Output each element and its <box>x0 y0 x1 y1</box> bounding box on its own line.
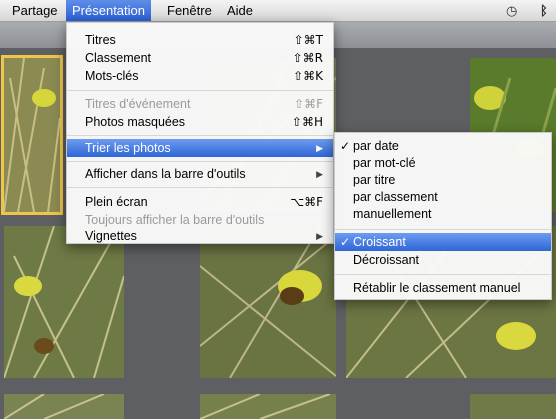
shortcut-label: ⇧⌘R <box>292 51 323 65</box>
checkmark-icon: ✓ <box>340 235 351 249</box>
menu-item-mots-cles[interactable]: Mots-clés ⇧⌘K <box>67 67 333 85</box>
menu-item-label: Vignettes <box>85 229 137 243</box>
menu-item-trier-les-photos[interactable]: Trier les photos ▶ <box>67 139 333 157</box>
menu-item-label: par date <box>353 139 399 153</box>
checkmark-icon: ✓ <box>340 139 351 153</box>
shortcut-label: ⇧⌘H <box>291 115 323 129</box>
photo-thumbnail[interactable] <box>4 226 124 378</box>
menu-item-label: Trier les photos <box>85 141 171 155</box>
menu-item-retablir-classement-manuel[interactable]: Rétablir le classement manuel <box>335 279 551 297</box>
photo-image <box>4 394 124 419</box>
menu-item-label: manuellement <box>353 207 432 221</box>
presentation-menu: Titres ⇧⌘T Classement ⇧⌘R Mots-clés ⇧⌘K … <box>66 22 334 244</box>
menu-item-label: Décroissant <box>353 253 419 267</box>
time-machine-icon[interactable]: ◷ <box>506 0 517 21</box>
menu-item-label: Croissant <box>353 235 406 249</box>
photo-thumbnail[interactable] <box>1 55 63 215</box>
submenu-arrow-icon: ▶ <box>316 143 323 153</box>
menu-item-label: par titre <box>353 173 396 187</box>
menu-item-croissant[interactable]: ✓ Croissant <box>335 233 551 251</box>
menu-item-classement[interactable]: Classement ⇧⌘R <box>67 49 333 67</box>
sort-submenu: ✓ par date par mot-clé par titre par cla… <box>334 132 552 300</box>
photo-image <box>470 394 556 419</box>
photo-image <box>200 394 336 419</box>
submenu-arrow-icon: ▶ <box>316 231 323 241</box>
menu-item-label: Plein écran <box>85 195 148 209</box>
menu-item-manuellement[interactable]: manuellement <box>335 205 551 223</box>
menu-item-afficher-barre-outils[interactable]: Afficher dans la barre d'outils ▶ <box>67 165 333 183</box>
menu-aide[interactable]: Aide <box>221 0 259 21</box>
photo-thumbnail[interactable] <box>200 394 336 419</box>
photo-image <box>4 226 124 378</box>
menu-item-vignettes[interactable]: Vignettes ▶ <box>67 227 333 245</box>
photo-thumbnail[interactable] <box>200 226 336 378</box>
menu-partage[interactable]: Partage <box>6 0 64 21</box>
menu-fenetre[interactable]: Fenêtre <box>161 0 218 21</box>
shortcut-label: ⇧⌘K <box>293 69 323 83</box>
shortcut-label: ⌥⌘F <box>290 195 323 209</box>
menu-item-titres[interactable]: Titres ⇧⌘T <box>67 31 333 49</box>
menu-item-par-date[interactable]: ✓ par date <box>335 137 551 155</box>
menu-item-label: Classement <box>85 51 151 65</box>
menu-bar: Partage Présentation Fenêtre Aide ◷ ᛒ <box>0 0 556 22</box>
menu-separator <box>67 90 333 91</box>
menu-item-par-mot-cle[interactable]: par mot-clé <box>335 154 551 172</box>
menu-item-photos-masquees[interactable]: Photos masquées ⇧⌘H <box>67 113 333 131</box>
photo-image <box>4 58 60 212</box>
menu-separator <box>67 161 333 162</box>
menu-item-label: Titres d'événement <box>85 97 191 111</box>
menu-separator <box>67 187 333 188</box>
menu-item-decroissant[interactable]: Décroissant <box>335 251 551 269</box>
menu-item-label: par mot-clé <box>353 156 416 170</box>
menu-item-par-titre[interactable]: par titre <box>335 171 551 189</box>
photo-thumbnail[interactable] <box>470 394 556 419</box>
shortcut-label: ⇧⌘F <box>294 97 323 111</box>
menu-item-label: Titres <box>85 33 116 47</box>
photo-thumbnail[interactable] <box>4 394 124 419</box>
menu-item-label: Rétablir le classement manuel <box>353 281 521 295</box>
menu-item-label: Photos masquées <box>85 115 186 129</box>
submenu-arrow-icon: ▶ <box>316 169 323 179</box>
menu-item-label: Mots-clés <box>85 69 139 83</box>
menu-item-par-classement[interactable]: par classement <box>335 188 551 206</box>
menu-item-titres-evenement[interactable]: Titres d'événement ⇧⌘F <box>67 95 333 113</box>
photo-image <box>200 226 336 378</box>
menu-presentation[interactable]: Présentation <box>66 0 151 21</box>
menu-item-label: par classement <box>353 190 438 204</box>
menu-separator <box>67 135 333 136</box>
menu-separator <box>335 229 551 230</box>
menu-item-plein-ecran[interactable]: Plein écran ⌥⌘F <box>67 193 333 211</box>
menu-separator <box>335 274 551 275</box>
menu-item-label: Afficher dans la barre d'outils <box>85 167 246 181</box>
shortcut-label: ⇧⌘T <box>293 33 323 47</box>
bluetooth-icon[interactable]: ᛒ <box>540 0 548 21</box>
